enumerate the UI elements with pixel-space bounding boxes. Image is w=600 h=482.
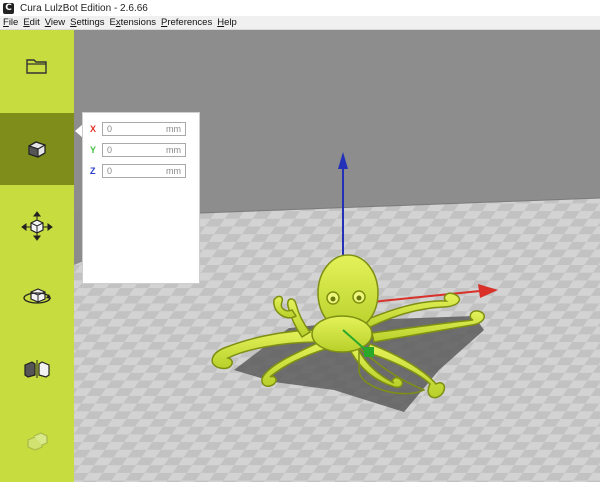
y-axis-label: Y (90, 145, 97, 155)
move-tool-button[interactable] (0, 190, 74, 262)
scale-tool-button[interactable] (0, 113, 74, 185)
position-panel: X 0 mm Y 0 mm Z 0 mm (82, 112, 200, 284)
scale-icon (28, 141, 46, 158)
menu-extensions[interactable]: Extensions (110, 17, 156, 28)
rotate-tool-button[interactable] (0, 260, 74, 332)
z-value: 0 (107, 166, 113, 176)
menu-view[interactable]: View (45, 17, 65, 28)
per-model-settings-button[interactable] (0, 406, 74, 478)
window-title: Cura LulzBot Edition - 2.6.66 (20, 2, 148, 14)
mirror-icon (24, 360, 50, 378)
tool-sidebar (0, 30, 74, 482)
menu-bar: File Edit View Settings Extensions Prefe… (0, 16, 600, 30)
y-position-input[interactable]: 0 mm (102, 143, 186, 157)
y-axis-arrow[interactable] (364, 347, 374, 357)
per-model-settings-icon (27, 432, 48, 451)
mirror-tool-button[interactable] (0, 333, 74, 405)
x-value: 0 (107, 124, 113, 134)
menu-settings[interactable]: Settings (70, 17, 104, 28)
app-logo-icon: C (3, 2, 14, 14)
move-icon (21, 211, 53, 241)
y-row: Y 0 mm (90, 142, 186, 158)
x-axis-label: X (90, 124, 97, 134)
title-bar: C Cura LulzBot Edition - 2.6.66 (0, 0, 600, 16)
y-value: 0 (107, 145, 113, 155)
x-position-input[interactable]: 0 mm (102, 122, 186, 136)
z-unit: mm (166, 166, 181, 176)
z-position-input[interactable]: 0 mm (102, 164, 186, 178)
y-unit: mm (166, 145, 181, 155)
z-row: Z 0 mm (90, 163, 186, 179)
menu-preferences[interactable]: Preferences (161, 17, 212, 28)
folder-icon (26, 59, 47, 74)
menu-file[interactable]: File (3, 17, 18, 28)
x-unit: mm (166, 124, 181, 134)
x-row: X 0 mm (90, 121, 186, 137)
open-file-button[interactable] (0, 30, 74, 102)
menu-edit[interactable]: Edit (23, 17, 39, 28)
z-axis-label: Z (90, 166, 96, 176)
menu-help[interactable]: Help (217, 17, 237, 28)
rotate-icon (23, 288, 51, 304)
